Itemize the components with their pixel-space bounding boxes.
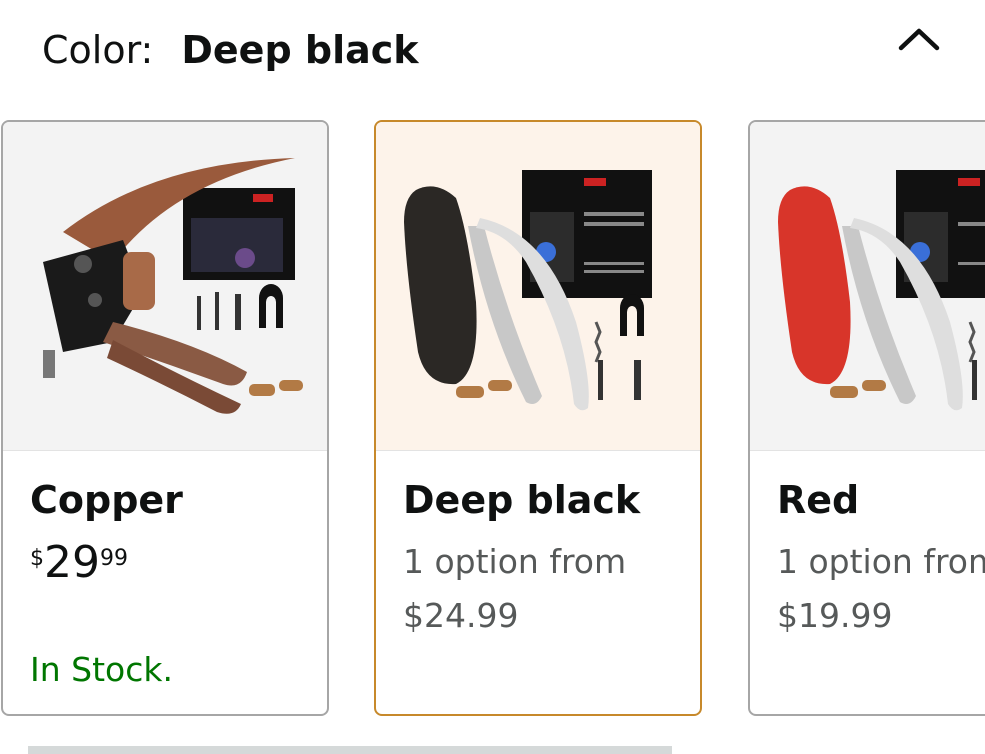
swatch-price: $19.99 [777, 596, 893, 635]
color-selector-header: Color: Deep black [42, 22, 419, 78]
option-count-text: 1 option from [777, 542, 985, 581]
color-label: Color: [42, 28, 154, 72]
stock-status: In Stock. [30, 650, 173, 689]
swatch-name: Deep black [403, 478, 641, 522]
horizontal-scrollbar[interactable] [28, 746, 672, 754]
copper-product-image [3, 122, 327, 451]
price-symbol: $ [30, 546, 44, 571]
price-fraction: 99 [100, 546, 128, 571]
price-whole: 29 [44, 537, 100, 588]
swatch-card-copper[interactable]: Copper $ 29 99 In Stock. [1, 120, 329, 716]
collapse-button[interactable] [893, 22, 945, 58]
swatch-card-deep-black[interactable]: Deep black 1 option from $24.99 [374, 120, 702, 716]
chevron-up-icon [898, 28, 940, 51]
swatch-price: $24.99 [403, 596, 519, 635]
color-swatch-list[interactable]: Copper $ 29 99 In Stock. Deep black 1 op… [0, 119, 985, 721]
selected-color-value: Deep black [181, 28, 419, 72]
option-count-text: 1 option from [403, 542, 627, 581]
swatch-name: Copper [30, 478, 183, 522]
deep-black-product-image [376, 122, 700, 451]
red-product-image [750, 122, 985, 451]
swatch-name: Red [777, 478, 860, 522]
swatch-price: $ 29 99 [30, 540, 128, 586]
swatch-card-red[interactable]: Red 1 option from $19.99 [748, 120, 985, 716]
